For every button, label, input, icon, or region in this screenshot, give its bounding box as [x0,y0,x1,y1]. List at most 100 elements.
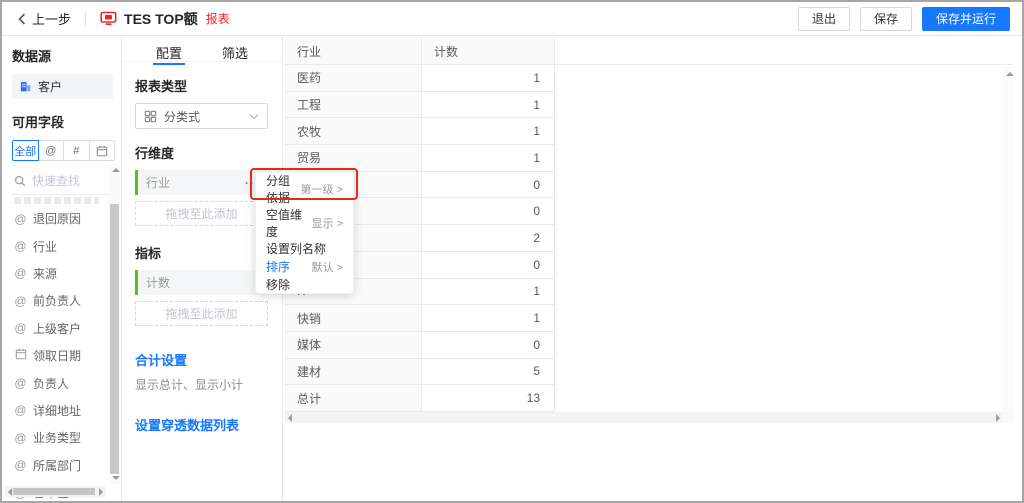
topbar: 上一步 TES TOP额 报表 退出 保存 保存并运行 [2,2,1022,36]
grid-vertical-scrollbar[interactable] [1003,67,1014,423]
field-item[interactable]: @ 详细地址 [12,397,113,424]
field-filter-tabs: 全部 @ # [12,140,115,161]
at-icon: @ [14,430,27,445]
scroll-up-arrow[interactable] [1006,71,1014,76]
report-type-badge: 报表 [205,12,230,26]
fields-title: 可用字段 [12,115,65,130]
menu-item-set-column-name[interactable]: 设置列名称 [256,240,353,258]
filter-tab-text[interactable]: @ [37,140,64,161]
field-label: 领取日期 [33,349,82,364]
menu-item-remove[interactable]: 移除 [256,275,353,293]
row-label-cell: 贸易 [285,145,422,172]
scrollbar-thumb[interactable] [110,204,119,474]
back-label: 上一步 [32,12,72,27]
metric-item-count[interactable]: 计数 [135,270,268,295]
table-row-total: 总计 13 [285,385,555,412]
tab-filter[interactable]: 筛选 [222,43,248,61]
field-item[interactable]: @ 来源 [12,260,113,287]
field-item[interactable]: @ 退回原因 [12,205,113,232]
column-header-count[interactable]: 计数 [422,38,555,64]
scroll-left-arrow[interactable] [287,414,292,422]
column-header-industry[interactable]: 行业 [285,38,422,64]
save-button[interactable]: 保存 [859,6,912,31]
scroll-up-arrow[interactable] [112,167,120,172]
field-list: @ 退回原因 @ 行业 @ 来源 @ 前负责人 @ 上级客户 领取日期 @ 负责人 @ 详细地… [12,197,113,501]
back-button[interactable]: 上一步 [18,9,71,28]
row-dimension-item-industry[interactable]: 行业 ··· [135,170,268,195]
field-label: 业务类型 [33,431,82,446]
menu-item-label: 分组依据 [266,174,291,205]
menu-item-group-by[interactable]: 分组依据 第一级 > [256,172,353,206]
sidebar-horizontal-scrollbar[interactable] [5,486,106,497]
row-value-cell: 0 [422,331,555,359]
datasource-item-label: 客户 [38,80,63,94]
row-value-cell: 1 [422,278,555,306]
report-type-select[interactable]: 分类式 [135,103,268,129]
scroll-down-arrow[interactable] [112,476,120,481]
table-header-row: 行业 计数 [285,38,1013,65]
field-item[interactable]: @ 业务类型 [12,424,113,451]
row-value-cell: 0 [422,251,555,279]
scroll-right-arrow[interactable] [99,488,104,496]
row-label-cell: 工程 [285,91,422,119]
at-icon: @ [14,403,27,418]
row-label-cell: 总计 [285,385,422,412]
menu-item-label: 移除 [266,277,291,292]
field-label: 行业 [33,239,58,254]
row-value-cell: 2 [422,225,555,252]
table-row: 建材 5 [285,358,555,386]
report-monitor-icon [100,11,117,25]
table-row: 医药 1 [285,65,555,92]
field-item[interactable]: @ 所属部门 [12,452,113,479]
save-and-run-button[interactable]: 保存并运行 [921,6,1010,31]
report-builder-window: 上一步 TES TOP额 报表 退出 保存 保存并运行 数据源 客户 可用字段 … [0,0,1024,503]
metric-dropzone[interactable]: 拖拽至此添加 [135,301,268,326]
search-input[interactable] [32,174,106,188]
divider [85,11,87,26]
at-icon: @ [14,266,27,281]
field-label: 前负责人 [33,294,82,309]
menu-item-label: 空值维度 [266,208,303,239]
grid-horizontal-scrollbar[interactable] [285,412,1003,423]
field-label: 负责人 [33,376,70,391]
scrollbar-thumb[interactable] [13,488,95,495]
menu-item-sort[interactable]: 排序 默认 > [256,258,353,276]
menu-item-null-dimension[interactable]: 空值维度 显示 > [256,206,353,240]
exit-button[interactable]: 退出 [797,6,850,31]
tab-config[interactable]: 配置 [152,43,186,65]
row-value-cell: 0 [422,171,555,199]
filter-tab-all[interactable]: 全部 [12,140,39,161]
config-tabs: 配置 筛选 [122,36,282,65]
row-label-cell: 医药 [285,65,422,92]
table-row: 贸易 1 [285,145,555,172]
sidebar-vertical-scrollbar[interactable] [109,164,120,484]
clipped-field-item [14,197,99,204]
menu-item-label: 排序 [266,260,291,274]
scroll-left-arrow[interactable] [7,488,12,496]
totals-settings-link[interactable]: 合计设置 [135,350,270,369]
scrollbar-corner [1003,412,1014,423]
field-item[interactable]: @ 上级客户 [12,315,113,342]
report-type-value: 分类式 [164,109,201,124]
at-icon: @ [14,211,27,226]
at-icon: @ [14,321,27,336]
row-value-cell: 5 [422,358,555,386]
scroll-right-arrow[interactable] [996,414,1001,422]
menu-item-value: 默认 > [311,261,343,274]
datasource-item-customer[interactable]: 客户 [12,74,113,99]
menu-item-label: 设置列名称 [266,242,327,257]
field-item[interactable]: 领取日期 [12,342,113,369]
field-label: 上级客户 [33,321,82,336]
field-item[interactable]: @ 负责人 [12,369,113,396]
field-item[interactable]: @ 行业 [12,232,113,259]
field-item[interactable]: @ 前负责人 [12,287,113,314]
metric-item-label: 计数 [146,276,171,290]
row-label-cell: 媒体 [285,331,422,359]
field-label: 所属部门 [33,458,82,473]
table-row: 工程 1 [285,91,555,119]
filter-tab-date[interactable] [88,140,115,161]
filter-tab-number[interactable]: # [63,140,90,161]
drill-through-link[interactable]: 设置穿透数据列表 [135,415,270,434]
metrics-label: 指标 [135,246,162,261]
row-dimension-dropzone[interactable]: 拖拽至此添加 [135,201,268,226]
